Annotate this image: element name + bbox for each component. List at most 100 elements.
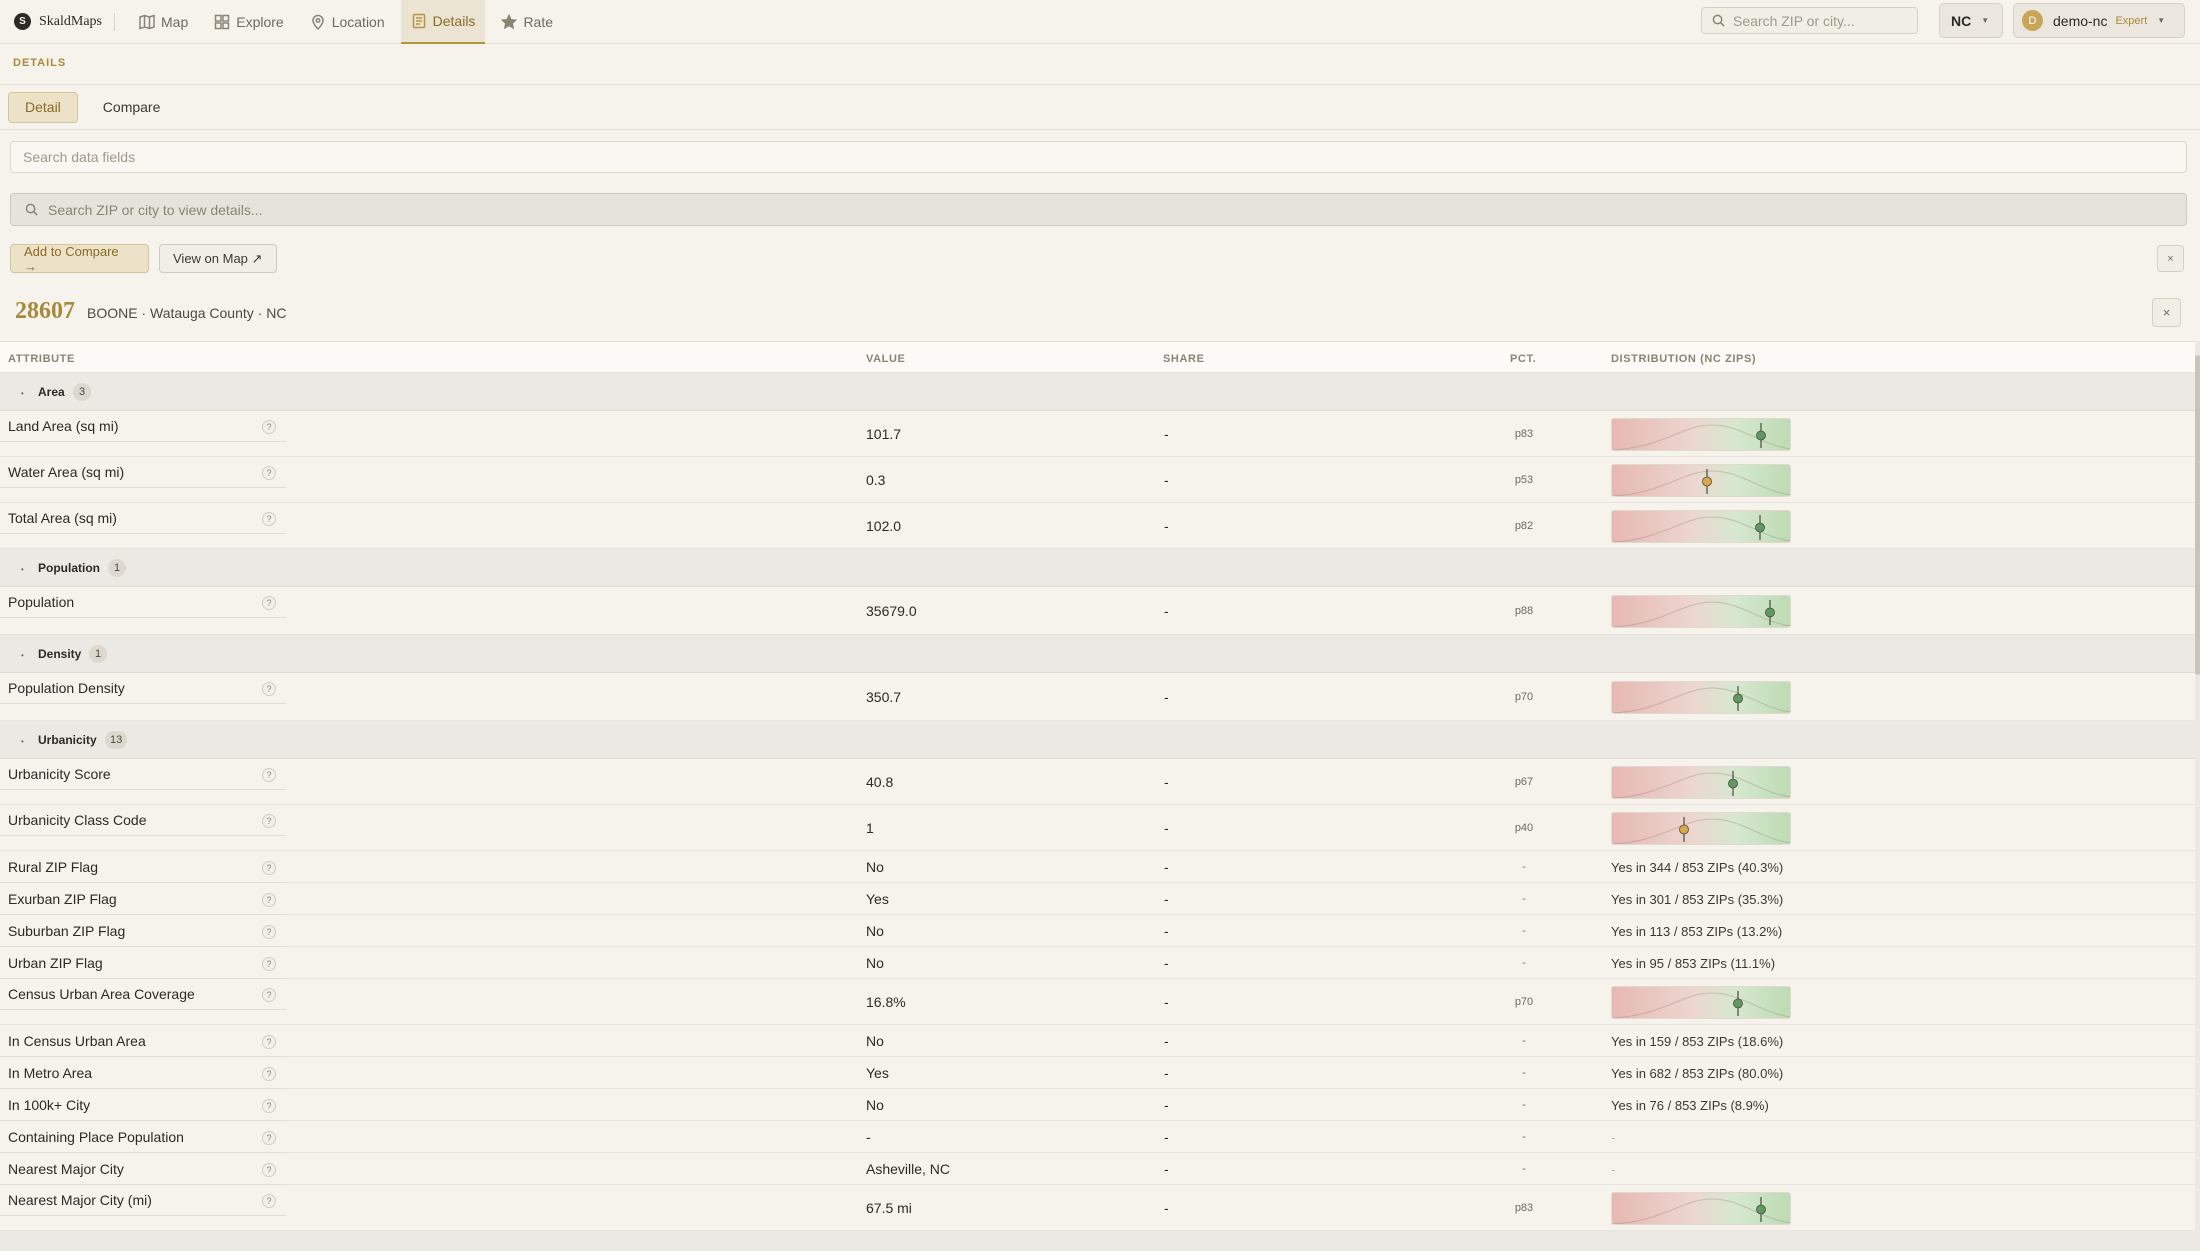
brand[interactable]: S SkaldMaps xyxy=(14,0,102,44)
col-attribute: ATTRIBUTE xyxy=(8,353,75,365)
table-row: Rural ZIP Flag? No - - Yes in 344 / 853 ZIPs… xyxy=(0,851,2195,883)
distribution-bar xyxy=(1611,510,1791,543)
table-row: Population? 35679.0 - p88 xyxy=(0,587,2195,635)
pct-cell: - xyxy=(1522,1099,1526,1111)
search-icon xyxy=(25,203,38,216)
nav-tab-map[interactable]: Map xyxy=(129,0,198,44)
chevron-down-icon: ▼ xyxy=(1981,16,1990,25)
help-icon[interactable]: ? xyxy=(262,814,276,828)
group-name: Population xyxy=(38,561,100,575)
distribution-text: Yes in 95 / 853 ZIPs (11.1%) xyxy=(1611,956,1776,971)
group-row[interactable] xyxy=(0,1231,2195,1251)
distribution-text: Yes in 76 / 853 ZIPs (8.9%) xyxy=(1611,1098,1769,1113)
help-icon[interactable]: ? xyxy=(262,988,276,1002)
collapse-dot-icon: • xyxy=(21,651,24,660)
density-curve xyxy=(1612,992,1790,1018)
close-detail-icon[interactable]: × xyxy=(2152,298,2181,327)
percentile-marker xyxy=(1733,693,1743,704)
help-icon[interactable]: ? xyxy=(262,1099,276,1113)
attribute-underline xyxy=(0,441,286,442)
distribution-curve xyxy=(1612,686,1790,713)
group-row[interactable]: • Urbanicity 13 xyxy=(0,721,2195,759)
nav-tab-label: Explore xyxy=(236,13,284,30)
user-menu[interactable]: D demo-nc Expert ▼ xyxy=(2013,3,2185,38)
distribution-curve xyxy=(1612,817,1790,844)
nav-tab-rate[interactable]: Rate xyxy=(491,0,563,44)
view-on-map-button[interactable]: View on Map ↗ xyxy=(159,244,277,273)
group-count-badge: 13 xyxy=(105,731,128,749)
user-name: demo-nc xyxy=(2053,12,2108,29)
nav-tab-label: Location xyxy=(331,13,385,30)
attribute-underline xyxy=(0,1009,286,1010)
nav-search[interactable] xyxy=(1701,7,1918,34)
help-icon[interactable]: ? xyxy=(262,957,276,971)
help-icon[interactable]: ? xyxy=(262,1131,276,1145)
zip-code: 28607 xyxy=(15,298,75,324)
help-icon[interactable]: ? xyxy=(262,420,276,434)
group-row[interactable]: • Area 3 xyxy=(0,373,2195,411)
zip-search[interactable] xyxy=(10,193,2187,226)
distribution-bar xyxy=(1611,1192,1791,1225)
help-icon[interactable]: ? xyxy=(262,1163,276,1177)
attribute-underline xyxy=(0,487,286,488)
collapse-dot-icon: • xyxy=(21,565,24,574)
help-icon[interactable]: ? xyxy=(262,1035,276,1049)
brand-divider xyxy=(114,12,115,31)
nav-search-input[interactable] xyxy=(1733,12,1903,29)
value-cell: 0.3 xyxy=(866,472,886,488)
nav-tab-location[interactable]: Location xyxy=(300,0,395,44)
attribute-underline xyxy=(0,703,286,704)
distribution-text: Yes in 301 / 853 ZIPs (35.3%) xyxy=(1611,892,1784,907)
density-curve xyxy=(1612,772,1790,798)
zip-search-input[interactable] xyxy=(48,201,948,218)
help-icon[interactable]: ? xyxy=(262,861,276,875)
tab-detail[interactable]: Detail xyxy=(8,91,78,123)
share-cell: - xyxy=(1164,891,1169,907)
table-row: Urban ZIP Flag? No - - Yes in 95 / 853 ZIPs … xyxy=(0,947,2195,979)
scrollbar-thumb[interactable] xyxy=(2195,355,2200,675)
pct-cell: p53 xyxy=(1514,474,1534,486)
document-icon xyxy=(412,13,425,28)
group-row[interactable]: • Population 1 xyxy=(0,549,2195,587)
group-row[interactable]: • Density 1 xyxy=(0,635,2195,673)
attribute-label: Exurban ZIP Flag xyxy=(8,891,117,907)
help-icon[interactable]: ? xyxy=(262,1067,276,1081)
distribution-bar xyxy=(1611,986,1791,1019)
value-cell: 101.7 xyxy=(866,426,902,442)
help-icon[interactable]: ? xyxy=(262,682,276,696)
share-cell: - xyxy=(1164,994,1169,1010)
attribute-label: Urbanicity Class Code xyxy=(8,812,147,828)
share-cell: - xyxy=(1164,859,1169,875)
percentile-marker xyxy=(1756,1204,1766,1215)
help-icon[interactable]: ? xyxy=(262,925,276,939)
help-icon[interactable]: ? xyxy=(262,768,276,782)
attribute-label: Land Area (sq mi) xyxy=(8,418,119,434)
nav-tab-explore[interactable]: Explore xyxy=(204,0,293,44)
pct-cell: - xyxy=(1522,1067,1526,1079)
percentile-marker xyxy=(1728,778,1738,789)
distribution-bar xyxy=(1611,812,1791,845)
share-cell: - xyxy=(1164,1097,1169,1113)
value-cell: No xyxy=(866,1097,884,1113)
help-icon[interactable]: ? xyxy=(262,893,276,907)
help-icon[interactable]: ? xyxy=(262,596,276,610)
table-row: Exurban ZIP Flag? Yes - - Yes in 301 / 853 Z… xyxy=(0,883,2195,915)
field-search-input[interactable] xyxy=(10,141,2187,173)
help-icon[interactable]: ? xyxy=(262,512,276,526)
nav-tab-details[interactable]: Details xyxy=(400,0,486,44)
close-icon[interactable]: × xyxy=(2157,245,2184,272)
distribution-curve xyxy=(1612,423,1790,450)
tab-compare[interactable]: Compare xyxy=(86,92,178,123)
state-select[interactable]: NC ▼ xyxy=(1939,3,2003,38)
value-cell: 350.7 xyxy=(866,689,902,705)
percentile-marker xyxy=(1679,824,1689,835)
share-cell: - xyxy=(1164,689,1169,705)
table-row: Water Area (sq mi)? 0.3 - p53 xyxy=(0,457,2195,503)
share-cell: - xyxy=(1164,774,1169,790)
attribute-label: Nearest Major City xyxy=(8,1161,124,1177)
pct-cell: p67 xyxy=(1514,776,1534,788)
help-icon[interactable]: ? xyxy=(262,466,276,480)
help-icon[interactable]: ? xyxy=(262,1194,276,1208)
add-to-compare-button[interactable]: Add to Compare → xyxy=(10,244,149,274)
percentile-marker xyxy=(1756,430,1766,441)
